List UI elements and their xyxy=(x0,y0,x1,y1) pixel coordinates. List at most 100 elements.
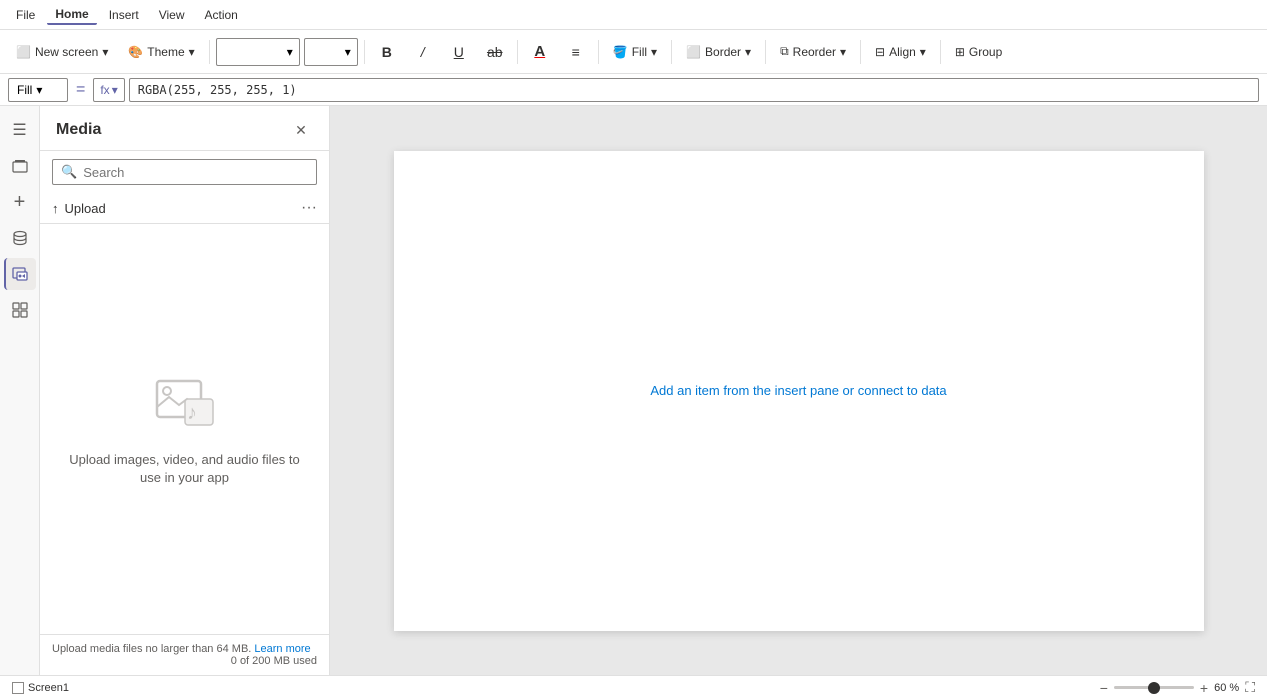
layers-sidebar-item[interactable] xyxy=(4,150,36,182)
separator-2 xyxy=(364,40,365,64)
separator-5 xyxy=(671,40,672,64)
group-button[interactable]: ⊞ Group xyxy=(947,41,1010,63)
chevron-down-icon: ▾ xyxy=(287,45,293,59)
menu-view[interactable]: View xyxy=(151,6,193,24)
theme-icon: 🎨 xyxy=(128,45,143,59)
learn-more-link[interactable]: Learn more xyxy=(254,643,310,655)
components-icon xyxy=(11,301,29,319)
upload-button[interactable]: ↑ Upload xyxy=(52,201,106,216)
svg-text:♪: ♪ xyxy=(187,402,197,424)
media-more-button[interactable]: ··· xyxy=(301,199,317,217)
chevron-down-icon: ▾ xyxy=(840,45,846,59)
reorder-icon: ⧉ xyxy=(780,44,789,59)
zoom-minus-button[interactable]: − xyxy=(1100,680,1108,696)
media-search-input[interactable] xyxy=(83,165,308,180)
media-storage-text: 0 of 200 MB used xyxy=(52,655,317,667)
align-icon: ⊟ xyxy=(875,45,885,59)
upload-icon: ↑ xyxy=(52,201,59,216)
chevron-down-icon: ▾ xyxy=(651,45,657,59)
media-footer: Upload media files no larger than 64 MB.… xyxy=(40,634,329,675)
italic-button[interactable]: / xyxy=(407,38,439,66)
menu-insert[interactable]: Insert xyxy=(101,6,147,24)
media-panel-title: Media xyxy=(56,121,101,139)
close-icon: ✕ xyxy=(295,122,307,139)
menu-home[interactable]: Home xyxy=(47,5,96,25)
font-color-button[interactable]: A xyxy=(524,38,556,66)
formula-bar: Fill ▾ = fx ▾ xyxy=(0,74,1267,106)
border-icon: ⬜ xyxy=(686,45,701,59)
new-screen-icon: ⬜ xyxy=(16,45,31,59)
fx-button[interactable]: fx ▾ xyxy=(93,78,124,102)
media-panel-close-button[interactable]: ✕ xyxy=(289,118,313,142)
fullscreen-button[interactable]: ⛶ xyxy=(1245,679,1255,696)
separator-7 xyxy=(860,40,861,64)
formula-input[interactable] xyxy=(129,78,1259,102)
chevron-down-icon: ▾ xyxy=(36,83,42,97)
menu-bar: File Home Insert View Action xyxy=(0,0,1267,30)
layers-icon xyxy=(11,157,29,175)
screen-tab-label: Screen1 xyxy=(28,682,69,694)
chevron-down-icon: ▾ xyxy=(745,45,751,59)
screen-tab-icon xyxy=(12,682,24,694)
zoom-plus-button[interactable]: + xyxy=(1200,680,1208,696)
hamburger-icon: ☰ xyxy=(12,120,26,140)
separator-6 xyxy=(765,40,766,64)
underline-button[interactable]: U xyxy=(443,38,475,66)
zoom-value: 60 % xyxy=(1214,682,1239,694)
chevron-down-icon: ▾ xyxy=(112,83,118,97)
media-sidebar-item[interactable] xyxy=(4,258,36,290)
add-icon: + xyxy=(14,191,26,214)
menu-file[interactable]: File xyxy=(8,6,43,24)
bold-button[interactable]: B xyxy=(371,38,403,66)
icon-sidebar: ☰ + xyxy=(0,106,40,675)
connect-to-data-link[interactable]: connect to data xyxy=(858,383,947,398)
strikethrough-button[interactable]: ab xyxy=(479,38,511,66)
hamburger-menu-item[interactable]: ☰ xyxy=(4,114,36,146)
menu-action[interactable]: Action xyxy=(197,6,246,24)
fill-button[interactable]: 🪣 Fill ▾ xyxy=(605,41,665,63)
align-btn[interactable]: ⊟ Align ▾ xyxy=(867,41,934,63)
media-panel: Media ✕ 🔍 ↑ Upload ··· xyxy=(40,106,330,675)
theme-button[interactable]: 🎨 Theme ▾ xyxy=(120,41,202,63)
zoom-slider-thumb xyxy=(1148,682,1160,694)
data-icon xyxy=(11,229,29,247)
zoom-controls: − + 60 % ⛶ xyxy=(1100,679,1255,696)
canvas-screen: Add an item from the insert pane or conn… xyxy=(394,151,1204,631)
zoom-slider[interactable] xyxy=(1114,686,1194,689)
formula-property-dropdown[interactable]: Fill ▾ xyxy=(8,78,68,102)
chevron-down-icon: ▾ xyxy=(345,45,351,59)
canvas-hint: Add an item from the insert pane or conn… xyxy=(650,383,946,398)
toolbar: ⬜ New screen ▾ 🎨 Theme ▾ ▾ ▾ B / U ab A … xyxy=(0,30,1267,74)
separator-1 xyxy=(209,40,210,64)
media-empty-icon: ♪ xyxy=(153,371,217,435)
border-button[interactable]: ⬜ Border ▾ xyxy=(678,41,759,63)
chevron-down-icon: ▾ xyxy=(102,45,108,59)
chevron-down-icon: ▾ xyxy=(920,45,926,59)
group-icon: ⊞ xyxy=(955,45,965,59)
media-empty-text: Upload images, video, and audio files to… xyxy=(60,451,309,487)
separator-3 xyxy=(517,40,518,64)
media-panel-header: Media ✕ xyxy=(40,106,329,151)
fill-icon: 🪣 xyxy=(613,45,628,59)
canvas-area[interactable]: Add an item from the insert pane or conn… xyxy=(330,106,1267,675)
screen-tab[interactable]: Screen1 xyxy=(12,682,69,694)
font-size-dropdown[interactable]: ▾ xyxy=(304,38,358,66)
media-footer-text: Upload media files no larger than 64 MB. xyxy=(52,643,251,655)
chevron-down-icon: ▾ xyxy=(189,45,195,59)
data-sidebar-item[interactable] xyxy=(4,222,36,254)
align-button[interactable]: ≡ xyxy=(560,38,592,66)
new-screen-button[interactable]: ⬜ New screen ▾ xyxy=(8,41,116,63)
reorder-button[interactable]: ⧉ Reorder ▾ xyxy=(772,40,854,63)
media-search-box[interactable]: 🔍 xyxy=(52,159,317,185)
main-layout: ☰ + xyxy=(0,106,1267,675)
equals-button[interactable]: = xyxy=(72,81,89,99)
separator-8 xyxy=(940,40,941,64)
separator-4 xyxy=(598,40,599,64)
media-empty-state: ♪ Upload images, video, and audio files … xyxy=(40,224,329,634)
search-icon: 🔍 xyxy=(61,164,77,180)
status-bar: Screen1 − + 60 % ⛶ xyxy=(0,675,1267,699)
add-sidebar-item[interactable]: + xyxy=(4,186,36,218)
font-dropdown[interactable]: ▾ xyxy=(216,38,300,66)
components-sidebar-item[interactable] xyxy=(4,294,36,326)
media-icon xyxy=(12,265,30,283)
